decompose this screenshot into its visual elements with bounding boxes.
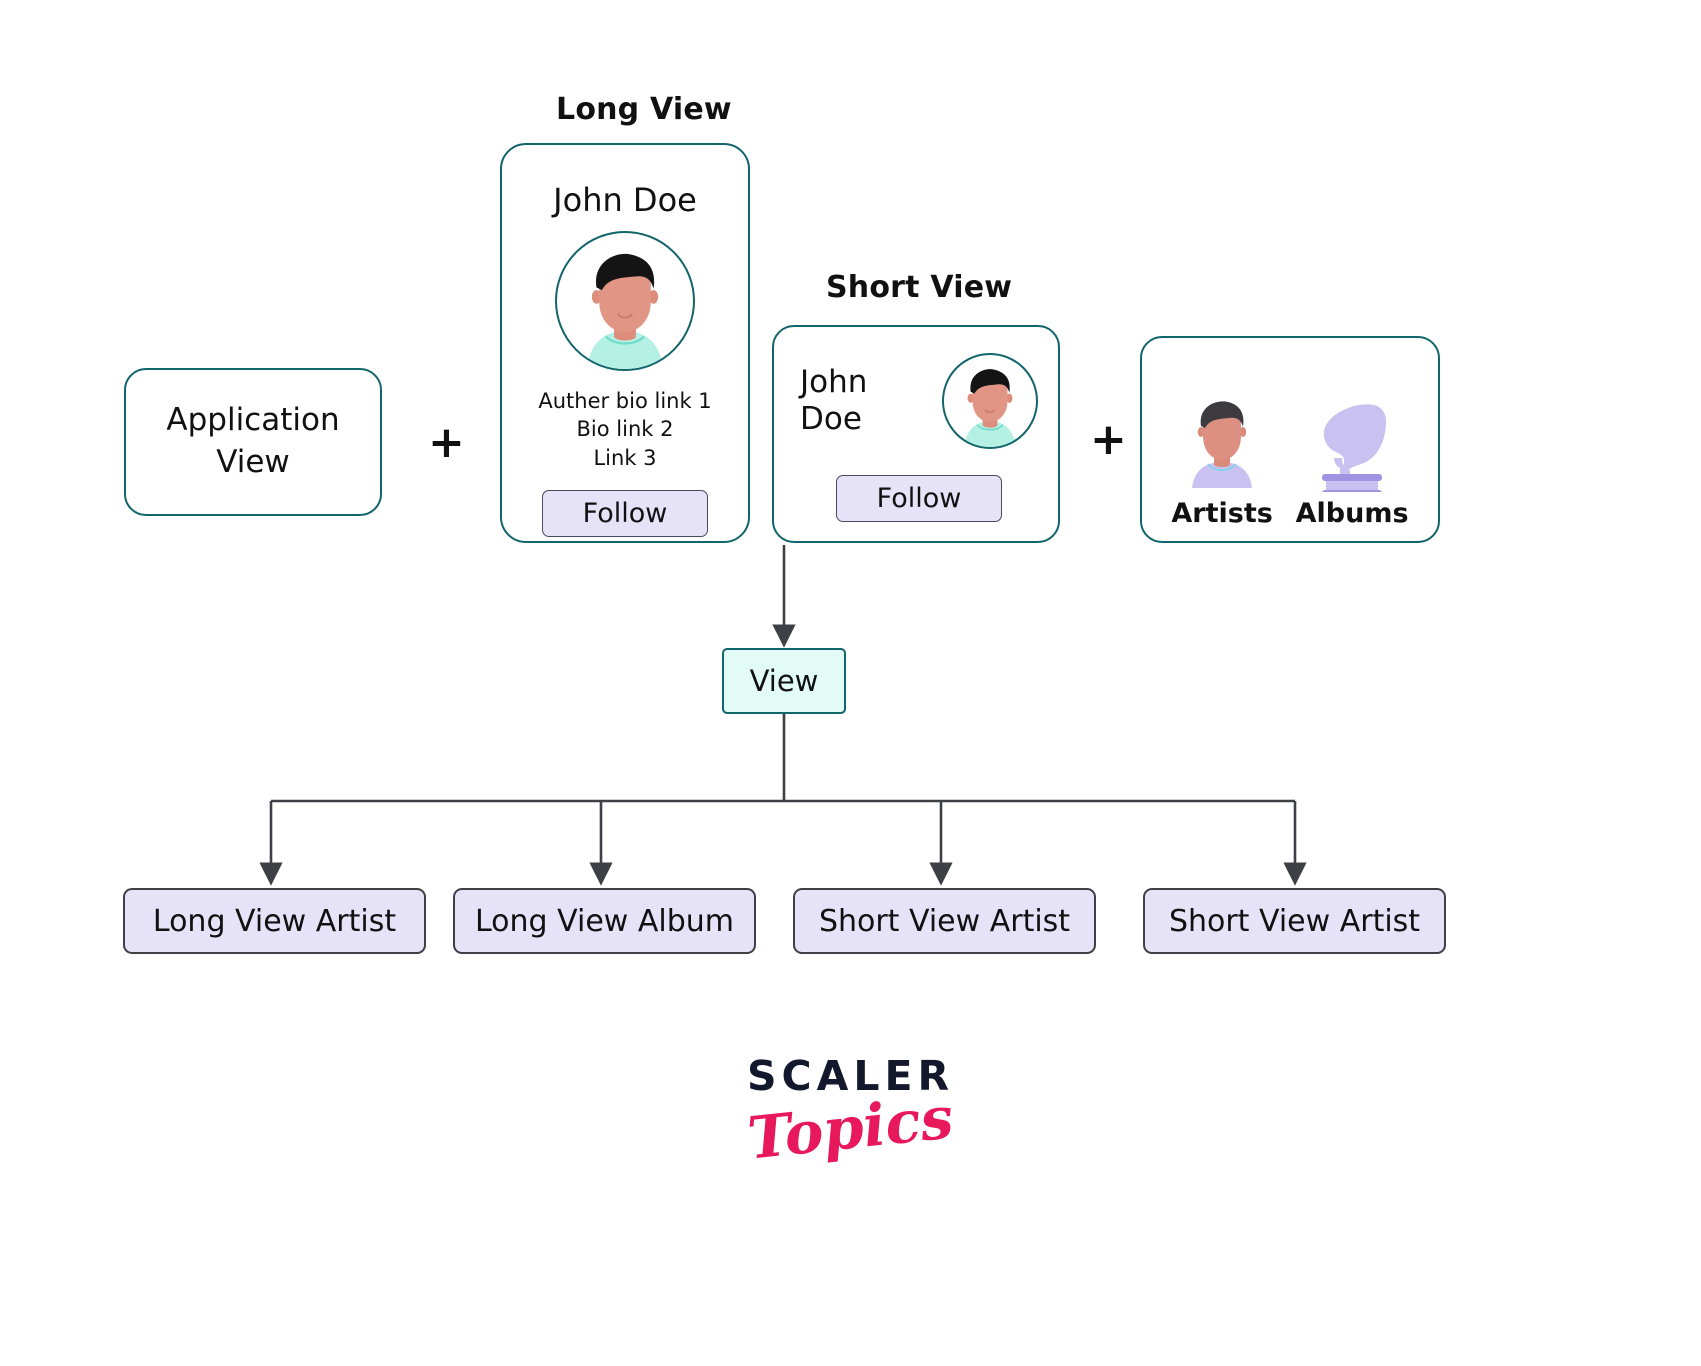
caption-short-view: Short View xyxy=(826,270,1013,305)
short-view-person-name-line1: John xyxy=(800,363,868,400)
application-view-label: Application View xyxy=(166,400,339,484)
short-view-header-row: John Doe xyxy=(800,353,1038,449)
result-node-short-view-artist[interactable]: Short View Artist xyxy=(793,888,1096,954)
view-node[interactable]: View xyxy=(722,648,846,714)
long-view-person-name: John Doe xyxy=(553,181,697,219)
caption-long-view: Long View xyxy=(556,92,732,127)
short-view-card: John Doe Follow xyxy=(772,325,1060,543)
application-view-label-line1: Application xyxy=(166,402,340,439)
avatar-illustration xyxy=(586,253,664,369)
bio-link-2[interactable]: Bio link 2 xyxy=(538,415,711,443)
short-view-person-name: John Doe xyxy=(800,364,910,438)
artists-label: Artists xyxy=(1171,498,1273,529)
avatar-illustration xyxy=(964,369,1016,447)
albums-item[interactable]: Albums xyxy=(1296,396,1409,529)
person-avatar-icon xyxy=(1192,401,1253,488)
scaler-topics-logo: SCALER Topics xyxy=(0,1052,1701,1173)
avatar-john-doe-small xyxy=(942,353,1038,449)
application-view-label-line2: View xyxy=(216,444,290,480)
artists-albums-card: Artists Albums xyxy=(1140,336,1440,543)
result-node-short-view-artist-2[interactable]: Short View Artist xyxy=(1143,888,1446,954)
long-view-bio-links: Auther bio link 1 Bio link 2 Link 3 xyxy=(538,387,711,472)
logo-secondary-text: Topics xyxy=(744,1083,957,1173)
bio-link-1[interactable]: Auther bio link 1 xyxy=(538,387,711,415)
result-node-long-view-album[interactable]: Long View Album xyxy=(453,888,756,954)
result-node-long-view-artist[interactable]: Long View Artist xyxy=(123,888,426,954)
avatar-john-doe-large xyxy=(555,231,695,371)
plus-operator-1: + xyxy=(428,417,465,468)
short-view-person-name-line2: Doe xyxy=(800,401,862,437)
short-view-follow-button[interactable]: Follow xyxy=(836,475,1002,522)
long-view-card: John Doe Auther bio link 1 Bio link 2 Li… xyxy=(500,143,750,543)
plus-operator-2: + xyxy=(1090,414,1127,465)
long-view-follow-button[interactable]: Follow xyxy=(542,490,708,538)
bio-link-3[interactable]: Link 3 xyxy=(538,444,711,472)
application-view-box: Application View xyxy=(124,368,382,516)
artists-item[interactable]: Artists xyxy=(1171,396,1273,529)
albums-label: Albums xyxy=(1295,498,1409,529)
gramophone-icon xyxy=(1322,404,1387,492)
